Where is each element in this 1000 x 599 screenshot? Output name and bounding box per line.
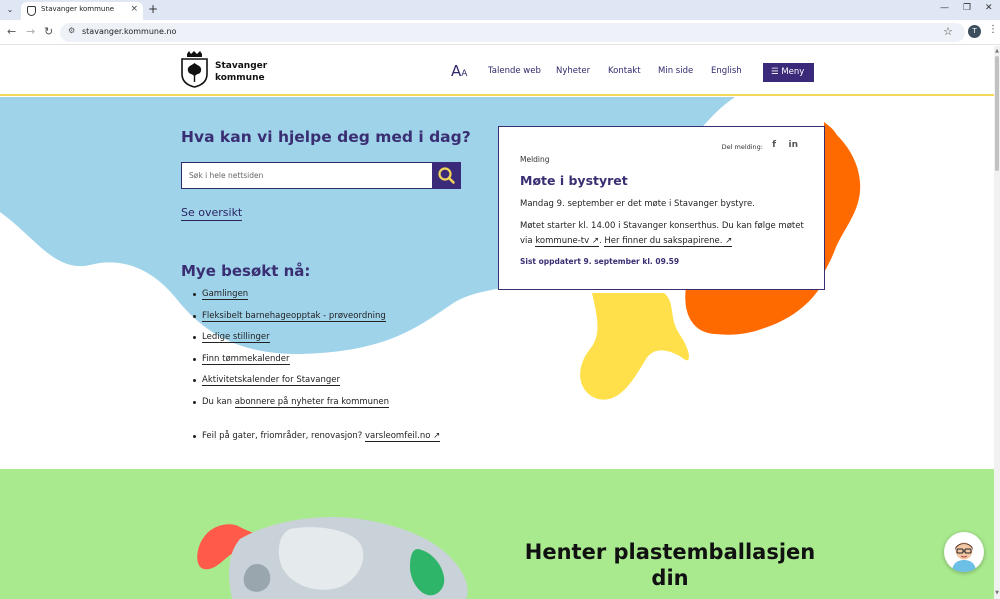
see-overview-link[interactable]: Se oversikt [181,206,243,221]
popular-link-aktivitetskalender[interactable]: Aktivitetskalender for Stavanger [202,375,341,386]
nav-min-side[interactable]: Min side [658,66,693,76]
popular-link-tommekalender[interactable]: Finn tømmekalender [202,353,290,365]
window-restore-icon[interactable]: ❐ [963,3,971,13]
address-bar[interactable]: ⚙ stavanger.kommune.no ☆ [60,23,965,42]
magnifier-icon [438,167,455,184]
nav-kontakt[interactable]: Kontakt [608,66,641,76]
notice-title: Møte i bystyret [520,173,628,188]
menu-button[interactable]: ☰ Meny [763,63,814,82]
plastic-heading: Henter plastemballasjen din [524,540,816,590]
hero-background-shapes [0,97,861,400]
notice-paragraph-2: Møtet starter kl. 14.00 i Stavanger kons… [520,219,810,249]
list-item: Finn tømmekalender [193,353,389,376]
arrow-up-right-icon: ↗ [591,236,599,246]
url-text[interactable]: stavanger.kommune.no [82,27,176,36]
popular-link-stillinger[interactable]: Ledige stillinger [202,332,270,343]
logo-line-1: Stavanger [215,61,268,71]
notice-updated: Sist oppdatert 9. september kl. 09.59 [520,257,680,266]
chatbot-avatar-icon [945,533,983,572]
font-size-letter-large: A [451,62,462,80]
varsleomfeil-link-text: varsleomfeil.no [364,431,431,441]
list-item: Gamlingen [193,289,389,311]
facebook-icon[interactable]: f [772,140,776,150]
popular-title: Mye besøkt nå: [181,262,311,280]
scroll-down-arrow-icon[interactable]: ▼ [994,590,1000,596]
tab-close-icon[interactable]: × [130,4,138,14]
scroll-up-arrow-icon[interactable]: ▲ [994,48,1000,54]
list-item: Aktivitetskalender for Stavanger [193,375,389,397]
notice-kicker: Melding [520,155,550,164]
popular-link-gamlingen[interactable]: Gamlingen [202,289,249,300]
share-label: Del melding: [721,143,763,151]
yellow-blob [580,293,689,400]
site-info-icon[interactable]: ⚙ [68,26,75,35]
subscribe-news-link[interactable]: abonnere på nyheter fra kommunen [234,396,390,408]
arrow-up-right-icon: ↗ [725,236,733,246]
tab-search-chevron-icon[interactable]: ⌄ [3,3,17,17]
font-size-toggle[interactable]: AA [451,61,467,80]
back-arrow-icon[interactable]: ← [7,25,16,38]
scrollbar-thumb[interactable] [995,56,999,171]
window-close-icon[interactable]: ✕ [985,3,993,13]
report-error-item: Feil på gater, friområder, renovasjon? v… [193,431,441,442]
browser-toolbar: ← → ↻ ⚙ stavanger.kommune.no ☆ T ⋮ [0,20,1000,45]
nav-english[interactable]: English [711,66,742,76]
arrow-up-right-icon: ↗ [433,431,441,441]
notice-paragraph-1: Mandag 9. september er det møte i Stavan… [520,199,755,209]
favicon-shield-icon [27,6,36,16]
kommune-tv-link-text: kommune-tv [535,236,590,246]
coat-of-arms-icon[interactable] [181,50,208,88]
linkedin-icon[interactable]: in [789,140,799,150]
bookmark-star-icon[interactable]: ☆ [943,25,953,38]
profile-avatar[interactable]: T [968,25,981,38]
sakspapirer-link[interactable]: Her finner du sakspapirene. ↗ [604,236,733,247]
search-button[interactable] [432,162,461,189]
report-error-prefix: Feil på gater, friområder, renovasjon? [202,431,365,441]
new-tab-plus-icon[interactable]: + [148,2,158,16]
site-header: Stavanger kommune AA Talende web Nyheter… [0,46,994,96]
plastic-image [197,517,468,599]
popular-link-barnehageopptak[interactable]: Fleksibelt barnehageopptak - prøveordnin… [202,310,386,322]
logo-text[interactable]: Stavanger kommune [215,60,267,84]
page-scrollbar[interactable]: ▲ ▼ [994,46,1000,599]
tab-title: Stavanger kommune [41,5,115,13]
list-item: Fleksibelt barnehageopptak - prøveordnin… [193,310,389,333]
nav-nyheter[interactable]: Nyheter [556,66,590,76]
browser-tab-bar: ⌄ Stavanger kommune × + — ❐ ✕ [0,0,1000,20]
font-size-letter-small: A [461,69,468,79]
sakspapirer-link-text: Her finner du sakspapirene. [604,236,723,246]
hamburger-icon: ☰ [771,67,779,77]
menu-label: Meny [781,67,805,77]
forward-arrow-icon[interactable]: → [26,25,35,38]
list-item: Du kan abonnere på nyheter fra kommunen [193,396,390,419]
kommune-tv-link[interactable]: kommune-tv ↗ [535,236,599,247]
subscribe-prefix: Du kan [202,396,235,407]
hero-section: Hva kan vi hjelpe deg med i dag? Se over… [0,97,994,469]
browser-tab[interactable]: Stavanger kommune × [21,2,143,20]
notice-card: Del melding: f in Melding Møte i bystyre… [498,126,825,290]
search-input[interactable] [181,162,433,189]
nav-talende-web[interactable]: Talende web [488,66,541,76]
reload-icon[interactable]: ↻ [44,25,53,38]
popular-links-list: Gamlingen Fleksibelt barnehageopptak - p… [193,289,390,419]
hero-title: Hva kan vi hjelpe deg med i dag? [181,128,471,146]
list-item: Ledige stillinger [193,332,389,354]
plastic-collection-section: Henter plastemballasjen din [0,469,994,599]
varsleomfeil-link[interactable]: varsleomfeil.no ↗ [364,431,441,442]
chat-assistant-button[interactable] [944,532,984,572]
window-minimize-icon[interactable]: — [940,3,949,13]
browser-menu-kebab-icon[interactable]: ⋮ [988,24,998,35]
logo-line-2: kommune [215,73,265,83]
